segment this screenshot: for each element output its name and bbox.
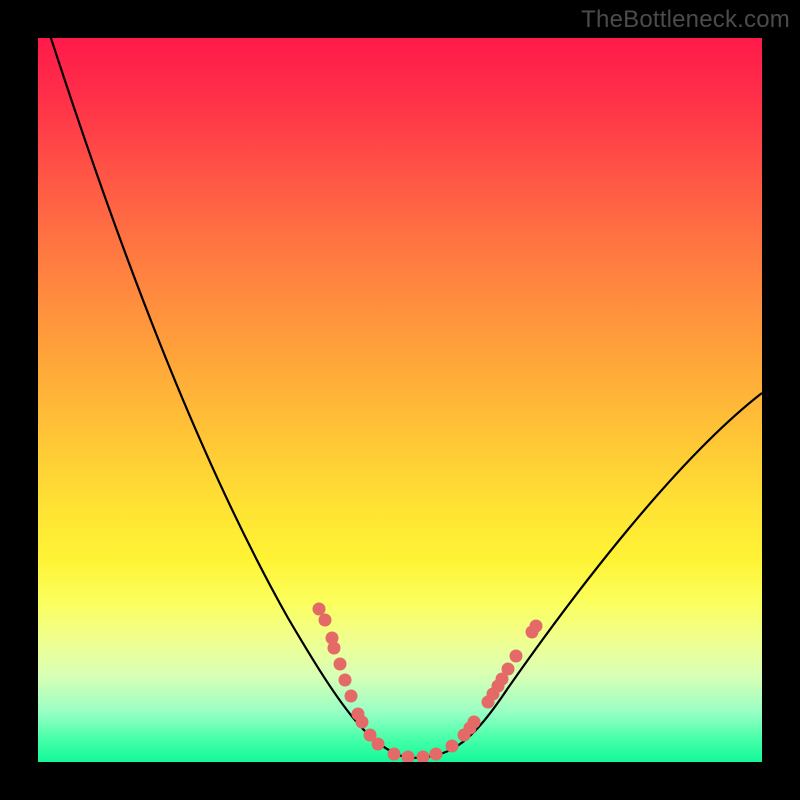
curve-marker (417, 751, 430, 763)
bottleneck-curve (38, 38, 762, 758)
curve-marker (339, 674, 352, 687)
curve-marker (313, 603, 326, 616)
curve-marker (430, 748, 443, 761)
curve-marker (530, 620, 543, 633)
curve-marker (319, 614, 332, 627)
curve-marker (356, 716, 369, 729)
curve-marker (402, 751, 415, 763)
curve-marker (510, 650, 523, 663)
curve-marker (372, 738, 385, 751)
curve-marker (328, 642, 341, 655)
curve-marker (388, 748, 401, 761)
chart-area (38, 38, 762, 762)
curve-marker (345, 690, 358, 703)
curve-layer (38, 38, 762, 762)
curve-markers (313, 603, 543, 763)
curve-marker (446, 740, 459, 753)
curve-marker (334, 658, 347, 671)
curve-marker (502, 663, 515, 676)
watermark-text: TheBottleneck.com (581, 6, 790, 34)
curve-marker (468, 716, 481, 729)
